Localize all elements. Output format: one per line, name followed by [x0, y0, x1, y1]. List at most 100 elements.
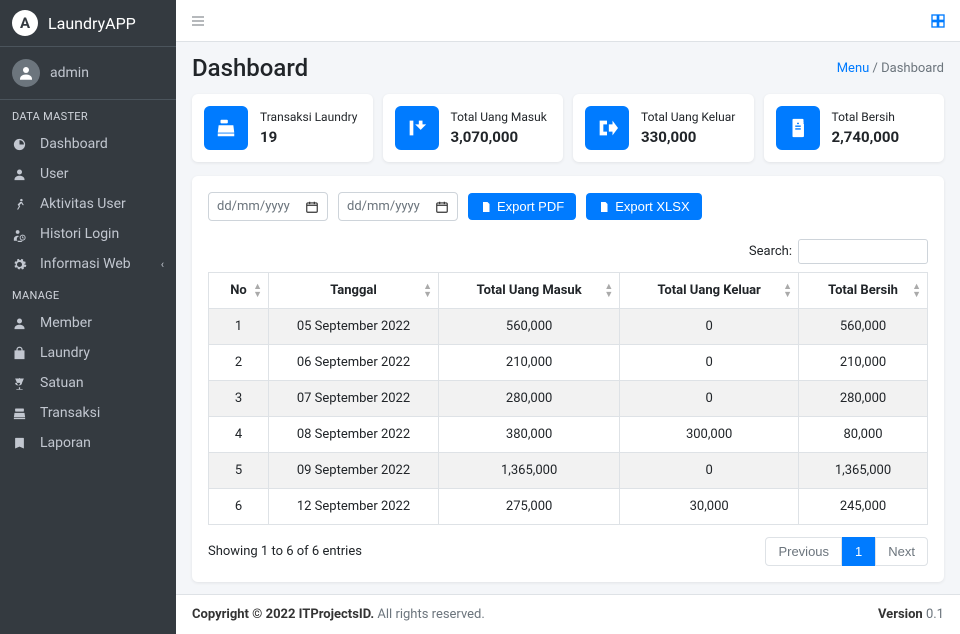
page-title: Dashboard [192, 54, 308, 82]
data-panel: dd/mm/yyyy dd/mm/yyyy [192, 176, 944, 582]
footer-copy-rest: All rights reserved. [374, 607, 485, 622]
sidebar-item-label: Satuan [40, 375, 84, 391]
sidebar-item-label: Histori Login [40, 226, 119, 242]
sidebar-item-label: Informasi Web [40, 256, 131, 272]
table-row: 408 September 2022380,000300,00080,000 [209, 417, 928, 453]
user-name: admin [50, 65, 89, 81]
cell-no: 4 [209, 417, 269, 453]
sort-icon: ▲▼ [783, 283, 792, 299]
nav-header-master: DATA MASTER [0, 100, 176, 129]
card-value: 2,740,000 [832, 128, 900, 146]
table-row: 307 September 2022280,0000280,000 [209, 381, 928, 417]
cell-bersih: 280,000 [799, 381, 928, 417]
grid-icon[interactable] [930, 13, 946, 29]
export-pdf-button[interactable]: Export PDF [468, 193, 576, 220]
sidebar-item-laporan[interactable]: Laporan [0, 428, 176, 458]
cell-tanggal: 07 September 2022 [269, 381, 439, 417]
topbar [176, 0, 960, 42]
menu-toggle-icon[interactable] [190, 13, 206, 29]
sidebar: A LaundryAPP admin DATA MASTER Dashboard… [0, 0, 176, 634]
cell-no: 5 [209, 453, 269, 489]
gear-icon [12, 257, 32, 272]
sidebar-item-aktivitas[interactable]: Aktivitas User [0, 189, 176, 219]
card-value: 3,070,000 [451, 128, 547, 146]
th-no[interactable]: No▲▼ [209, 273, 269, 309]
sort-icon: ▲▼ [912, 283, 921, 299]
scale-icon [12, 376, 32, 391]
card-transaksi: Transaksi Laundry 19 [192, 94, 373, 162]
user-icon [12, 316, 32, 331]
cell-tanggal: 05 September 2022 [269, 309, 439, 345]
nav-header-manage: MANAGE [0, 279, 176, 308]
sidebar-item-informasi[interactable]: Informasi Web ‹ [0, 249, 176, 279]
gauge-icon [12, 137, 32, 152]
sidebar-item-label: User [40, 166, 68, 182]
cell-masuk: 380,000 [439, 417, 620, 453]
invoice-icon [776, 106, 820, 150]
breadcrumb: Menu / Dashboard [837, 61, 944, 76]
cell-masuk: 560,000 [439, 309, 620, 345]
running-icon [12, 197, 32, 212]
page-1-button[interactable]: 1 [842, 537, 875, 566]
cell-bersih: 80,000 [799, 417, 928, 453]
card-label: Total Bersih [832, 110, 900, 124]
card-bersih: Total Bersih 2,740,000 [764, 94, 945, 162]
sidebar-item-dashboard[interactable]: Dashboard [0, 129, 176, 159]
sidebar-item-satuan[interactable]: Satuan [0, 368, 176, 398]
export-xlsx-button[interactable]: Export XLSX [586, 193, 701, 220]
pagination: Previous 1 Next [765, 537, 928, 566]
brand-logo-icon: A [12, 10, 38, 36]
table-row: 612 September 2022275,00030,000245,000 [209, 489, 928, 525]
arrow-in-icon [395, 106, 439, 150]
footer: Copyright © 2022 ITProjectsID. All right… [176, 594, 960, 634]
table-row: 206 September 2022210,0000210,000 [209, 345, 928, 381]
sidebar-item-label: Laporan [40, 435, 91, 451]
date-from-input[interactable]: dd/mm/yyyy [208, 192, 328, 221]
table-row: 105 September 2022560,0000560,000 [209, 309, 928, 345]
cell-no: 6 [209, 489, 269, 525]
cell-no: 1 [209, 309, 269, 345]
card-label: Total Uang Masuk [451, 110, 547, 124]
sidebar-item-transaksi[interactable]: Transaksi [0, 398, 176, 428]
cell-keluar: 0 [620, 309, 799, 345]
sidebar-item-label: Dashboard [40, 136, 108, 152]
cell-tanggal: 06 September 2022 [269, 345, 439, 381]
brand[interactable]: A LaundryAPP [0, 0, 176, 47]
th-masuk[interactable]: Total Uang Masuk▲▼ [439, 273, 620, 309]
th-bersih[interactable]: Total Bersih▲▼ [799, 273, 928, 309]
th-tanggal[interactable]: Tanggal▲▼ [269, 273, 439, 309]
sidebar-item-laundry[interactable]: Laundry [0, 338, 176, 368]
card-label: Total Uang Keluar [641, 110, 735, 124]
user-panel[interactable]: admin [0, 47, 176, 100]
sidebar-item-histori[interactable]: Histori Login [0, 219, 176, 249]
panel-toolbar: dd/mm/yyyy dd/mm/yyyy [208, 192, 928, 221]
date-to-input[interactable]: dd/mm/yyyy [338, 192, 458, 221]
user-clock-icon [12, 227, 32, 242]
search-label: Search: [749, 244, 792, 259]
search-input[interactable] [798, 239, 928, 264]
avatar-icon [12, 59, 40, 87]
cell-tanggal: 09 September 2022 [269, 453, 439, 489]
user-icon [12, 167, 32, 182]
card-label: Transaksi Laundry [260, 110, 357, 124]
card-value: 19 [260, 128, 357, 146]
sidebar-item-label: Transaksi [40, 405, 100, 421]
th-keluar[interactable]: Total Uang Keluar▲▼ [620, 273, 799, 309]
cell-tanggal: 12 September 2022 [269, 489, 439, 525]
cell-keluar: 300,000 [620, 417, 799, 453]
cell-keluar: 0 [620, 345, 799, 381]
breadcrumb-sep: / [873, 61, 882, 76]
sidebar-item-member[interactable]: Member [0, 308, 176, 338]
breadcrumb-root[interactable]: Menu [837, 61, 870, 76]
sort-icon: ▲▼ [423, 283, 432, 299]
calendar-icon [305, 200, 319, 214]
cell-masuk: 280,000 [439, 381, 620, 417]
sidebar-item-user[interactable]: User [0, 159, 176, 189]
cell-keluar: 0 [620, 381, 799, 417]
sort-icon: ▲▼ [253, 283, 262, 299]
footer-version-value: 0.1 [926, 607, 944, 622]
card-masuk: Total Uang Masuk 3,070,000 [383, 94, 564, 162]
prev-button[interactable]: Previous [765, 537, 842, 566]
next-button[interactable]: Next [875, 537, 928, 566]
register-icon [12, 406, 32, 421]
